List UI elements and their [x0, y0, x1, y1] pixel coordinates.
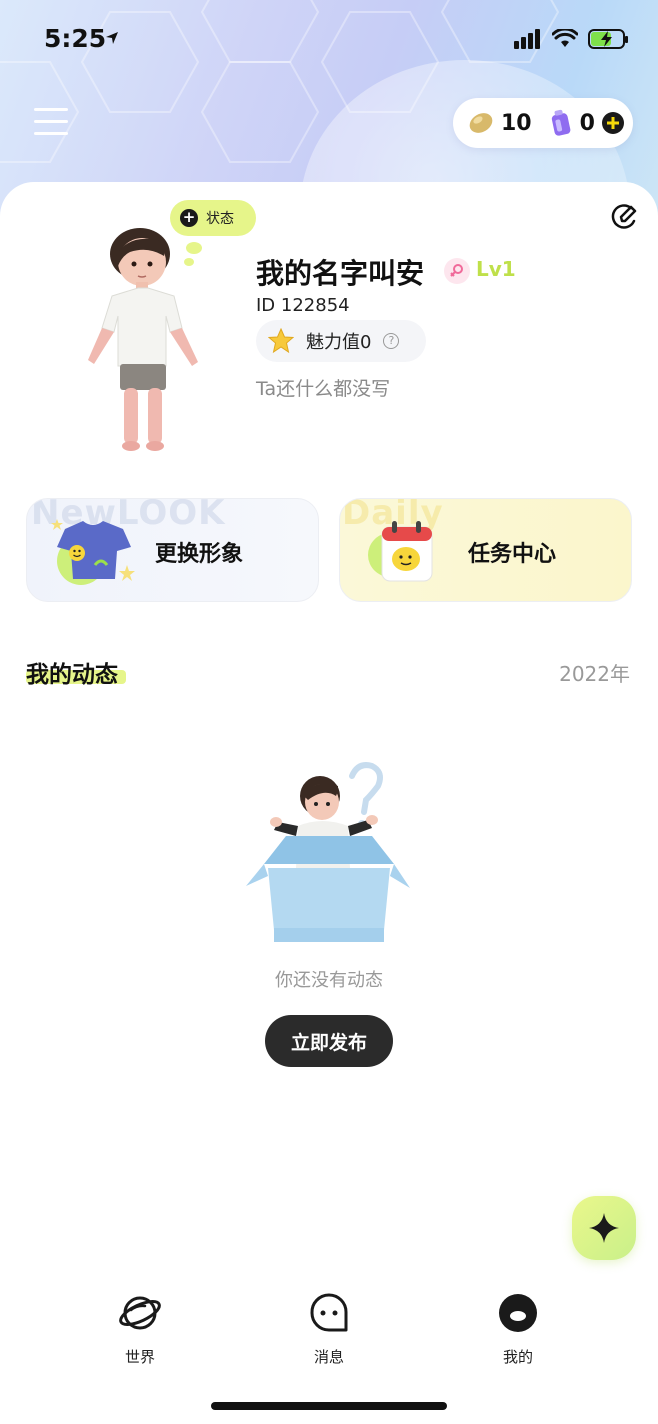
empty-box-illustration [246, 762, 410, 942]
me-face-icon [499, 1294, 537, 1332]
user-id: ID 122854 [256, 295, 350, 316]
plus-icon: + [180, 209, 198, 227]
tshirt-icon [51, 519, 135, 585]
female-gender-icon [444, 258, 470, 284]
task-center-card[interactable]: Daily 任务中心 [339, 498, 632, 602]
status-time: 5:25 [44, 24, 107, 53]
location-arrow-icon [106, 32, 118, 44]
change-look-card[interactable]: NewLOOK 更换形象 [26, 498, 319, 602]
status-label: 状态 [206, 211, 234, 227]
gem-count: 0 [579, 110, 595, 136]
tab-world[interactable]: 世界 [90, 1290, 190, 1367]
tab-me[interactable]: 我的 [468, 1290, 568, 1367]
charm-value-pill[interactable]: 魅力值0 ? [256, 320, 426, 362]
menu-line [34, 120, 68, 123]
battery-charging-icon [588, 29, 628, 49]
star-icon [268, 328, 294, 354]
help-icon[interactable]: ? [383, 333, 400, 349]
tab-me-label: 我的 [502, 1348, 533, 1366]
menu-line [34, 132, 68, 135]
level-badge: Lv1 [476, 257, 516, 281]
wifi-icon [552, 29, 578, 47]
planet-icon [119, 1296, 161, 1330]
status-bar: 5:25 [0, 0, 658, 80]
coin-count: 10 [501, 110, 532, 136]
change-look-label: 更换形象 [155, 542, 244, 567]
bottom-tab-bar: 世界 消息 我的 [0, 1290, 658, 1380]
create-fab-button[interactable] [572, 1196, 636, 1260]
add-currency-icon[interactable] [601, 111, 625, 135]
gem-battery-icon [551, 109, 570, 136]
empty-feed-text: 你还没有动态 [275, 970, 383, 991]
status-icons [514, 28, 630, 50]
calendar-icon [368, 521, 433, 582]
publish-now-button[interactable]: 立即发布 [265, 1015, 393, 1067]
year-filter[interactable]: 2022年 [559, 658, 630, 687]
message-face-icon [310, 1293, 348, 1332]
my-feed-title: 我的动态 [26, 662, 118, 688]
bubble-tail-dot [186, 242, 202, 254]
menu-button[interactable] [34, 108, 68, 138]
bean-coin-icon [469, 113, 493, 133]
menu-line [34, 108, 68, 111]
cellular-signal-icon [514, 29, 540, 49]
home-indicator [211, 1402, 447, 1410]
sparkle-icon [589, 1213, 619, 1243]
edit-icon[interactable] [610, 204, 638, 232]
bubble-tail-dot [184, 258, 194, 266]
tab-messages-label: 消息 [313, 1348, 344, 1366]
currency-pill[interactable]: 10 0 [453, 98, 633, 148]
tab-messages[interactable]: 消息 [279, 1290, 379, 1367]
user-bio: Ta还什么都没写 [256, 378, 391, 400]
charm-value: 魅力值0 [306, 332, 372, 353]
tab-world-label: 世界 [124, 1348, 155, 1366]
task-center-label: 任务中心 [468, 542, 557, 567]
status-button[interactable]: + 状态 [170, 200, 256, 236]
username: 我的名字叫安 [256, 257, 425, 290]
